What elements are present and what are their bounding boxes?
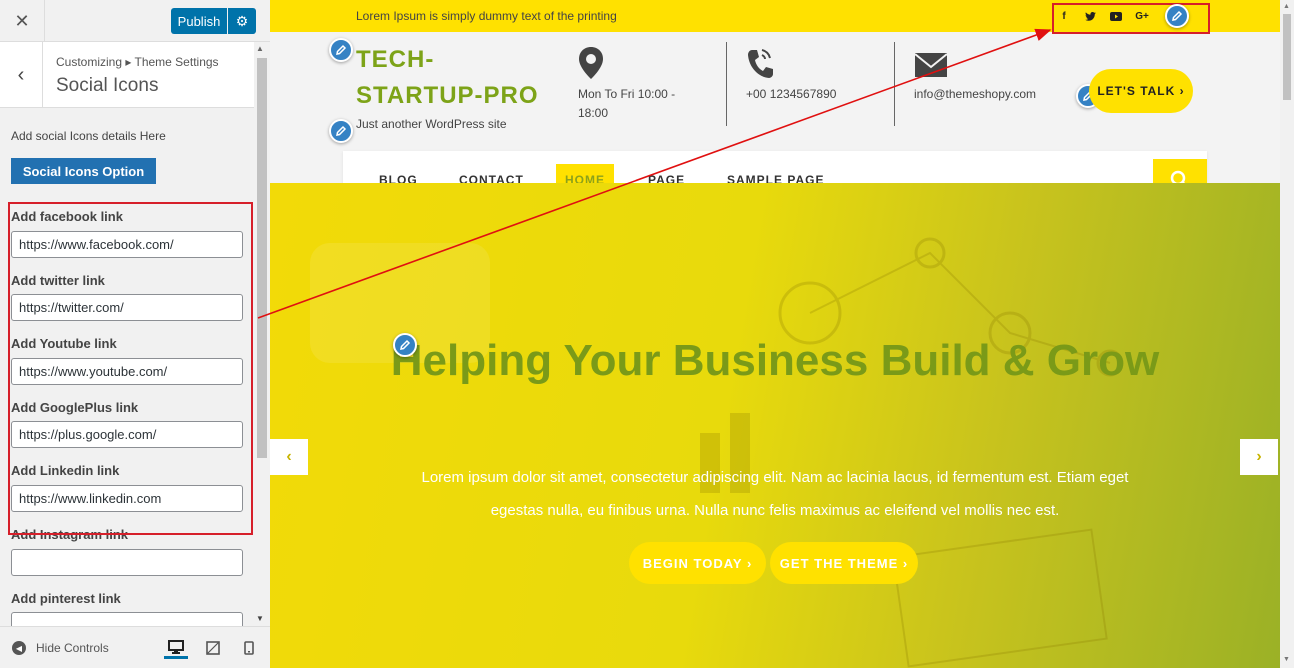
desktop-preview-icon[interactable] [164, 637, 188, 659]
twitter-link-input[interactable] [11, 294, 243, 321]
phone-text: +00 1234567890 [746, 87, 837, 101]
section-description: Add social Icons details Here [11, 129, 166, 143]
slider-prev-icon[interactable]: ‹ [270, 439, 308, 475]
site-tagline: Just another WordPress site [356, 117, 507, 131]
tablet-preview-icon[interactable] [201, 637, 225, 659]
hero-background-illustration [310, 237, 1124, 668]
instagram-link-input[interactable] [11, 549, 243, 576]
hero-title: Helping Your Business Build & Grow [390, 336, 1160, 385]
collapse-icon[interactable]: ◀ [12, 641, 26, 655]
hide-controls-button[interactable]: Hide Controls [36, 641, 109, 655]
linkedin-link-label: Add Linkedin link [11, 463, 120, 478]
pinterest-link-label: Add pinterest link [11, 591, 121, 606]
facebook-link-label: Add facebook link [11, 209, 123, 224]
divider [726, 42, 727, 126]
linkedin-link-input[interactable] [11, 485, 243, 512]
googleplus-link-label: Add GooglePlus link [11, 400, 139, 415]
gear-icon[interactable]: ⚙ [228, 8, 256, 34]
slider-next-icon[interactable]: › [1240, 439, 1278, 475]
location-pin-icon [579, 47, 603, 79]
back-chevron-icon[interactable]: ‹ [0, 42, 43, 108]
hours-text: Mon To Fri 10:00 - 18:00 [578, 87, 676, 120]
phone-icon [748, 49, 773, 78]
hero-slider: Helping Your Business Build & Grow Lorem… [270, 183, 1280, 668]
customizer-header: ✕ Publish ⚙ [0, 0, 270, 42]
facebook-link-input[interactable] [11, 231, 243, 258]
preview-scrollbar[interactable] [1280, 0, 1294, 668]
customizer-sidebar: ✕ Publish ⚙ ‹ Customizing ▸ Theme Settin… [0, 0, 270, 668]
hero-text: Lorem ipsum dolor sit amet, consectetur … [421, 469, 1129, 519]
get-the-theme-button[interactable]: GET THE THEME › [770, 542, 918, 584]
lets-talk-label: LET'S TALK [1097, 84, 1176, 98]
lets-talk-button[interactable]: LET'S TALK › [1089, 69, 1193, 113]
preview-scrollbar-thumb[interactable] [1283, 14, 1291, 100]
email-text[interactable]: info@themeshopy.com [914, 85, 1036, 104]
section-header: ‹ Customizing ▸ Theme Settings Social Ic… [0, 42, 254, 108]
begin-today-button[interactable]: BEGIN TODAY › [629, 542, 766, 584]
divider [894, 42, 895, 126]
hours-info: Mon To Fri 10:00 - 18:00 [578, 46, 688, 123]
edit-hero-pencil-icon[interactable] [393, 333, 417, 357]
site-preview: Lorem Ipsum is simply dummy text of the … [270, 0, 1280, 668]
scroll-up-icon[interactable]: ▲ [1283, 3, 1290, 10]
publish-button[interactable]: Publish [171, 8, 227, 34]
site-title[interactable]: TECH-STARTUP-PRO [356, 42, 556, 114]
edit-social-pencil-icon[interactable] [1165, 4, 1189, 28]
googleplus-link-input[interactable] [11, 421, 243, 448]
breadcrumb: Customizing ▸ Theme Settings [56, 55, 219, 69]
youtube-link-input[interactable] [11, 358, 243, 385]
youtube-link-label: Add Youtube link [11, 336, 117, 351]
social-icons-option-button[interactable]: Social Icons Option [11, 158, 156, 184]
edit-tagline-pencil-icon[interactable] [329, 119, 353, 143]
scroll-down-icon[interactable]: ▼ [256, 614, 264, 623]
phone-info: +00 1234567890 [746, 46, 836, 104]
scroll-down-icon[interactable]: ▼ [1283, 656, 1290, 663]
sidebar-scrollbar-thumb[interactable] [257, 58, 267, 458]
instagram-link-label: Add Instagram link [11, 527, 129, 542]
page-title: Social Icons [56, 75, 159, 96]
close-icon[interactable]: ✕ [0, 0, 45, 42]
email-info: info@themeshopy.com [914, 52, 1036, 104]
envelope-icon [914, 53, 948, 77]
top-bar-text: Lorem Ipsum is simply dummy text of the … [356, 9, 617, 23]
mobile-preview-icon[interactable] [237, 637, 261, 659]
customizer-footer: ◀ Hide Controls [0, 626, 270, 668]
scroll-up-icon[interactable]: ▲ [256, 44, 264, 53]
twitter-link-label: Add twitter link [11, 273, 105, 288]
edit-title-pencil-icon[interactable] [329, 38, 353, 62]
